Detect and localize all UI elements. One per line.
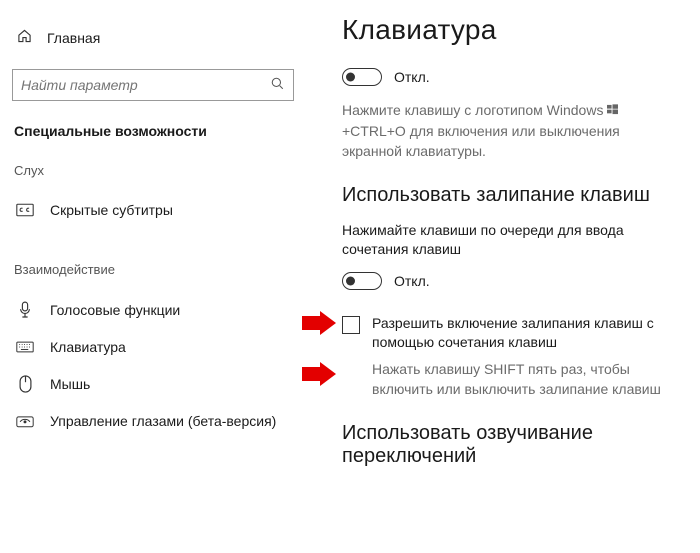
nav-mouse[interactable]: Мышь xyxy=(12,365,294,403)
search-box[interactable] xyxy=(12,69,294,101)
annotation-arrow-icon xyxy=(302,311,332,333)
home-icon xyxy=(16,28,33,47)
microphone-icon xyxy=(16,301,34,319)
nav-item-label: Клавиатура xyxy=(50,339,126,355)
sticky-shortcut-label: Разрешить включение залипания клавиш с п… xyxy=(372,314,672,353)
nav-keyboard[interactable]: Клавиатура xyxy=(12,329,294,365)
mouse-icon xyxy=(16,375,34,393)
page-title: Клавиатура xyxy=(342,14,672,46)
search-input[interactable] xyxy=(21,77,270,93)
nav-item-label: Скрытые субтитры xyxy=(50,202,173,218)
annotation-arrow-icon xyxy=(302,362,332,384)
search-icon xyxy=(270,76,285,94)
nav-home[interactable]: Главная xyxy=(12,22,294,53)
sticky-keys-desc: Нажимайте клавиши по очереди для ввода с… xyxy=(342,221,672,260)
nav-eye-control[interactable]: Управление глазами (бета-версия) xyxy=(12,403,294,439)
sticky-keys-toggle-row: Откл. xyxy=(342,272,672,290)
nav-item-label: Голосовые функции xyxy=(50,302,180,318)
nav-closed-captions[interactable]: Скрытые субтитры xyxy=(12,192,294,228)
section-title: Специальные возможности xyxy=(14,123,294,139)
onscreen-keyboard-hint: Нажмите клавишу с логотипом Windows +CTR… xyxy=(342,100,672,162)
onscreen-keyboard-toggle[interactable] xyxy=(342,68,382,86)
windows-logo-icon xyxy=(607,104,618,121)
sidebar: Главная Специальные возможности Слух Скр… xyxy=(0,0,306,553)
toggle-keys-title: Использовать озвучивание переключений xyxy=(342,422,672,468)
group-hearing-label: Слух xyxy=(14,163,294,178)
nav-speech[interactable]: Голосовые функции xyxy=(12,291,294,329)
closed-captions-icon xyxy=(16,203,34,217)
sticky-keys-toggle[interactable] xyxy=(342,272,382,290)
group-interaction-label: Взаимодействие xyxy=(14,262,294,277)
onscreen-keyboard-toggle-row: Откл. xyxy=(342,68,672,86)
sticky-keys-title: Использовать залипание клавиш xyxy=(342,184,672,207)
eye-control-icon xyxy=(16,414,34,428)
sticky-shortcut-checkbox[interactable] xyxy=(342,316,360,334)
main-panel: Клавиатура Откл. Нажмите клавишу с логот… xyxy=(306,0,700,553)
toggle-state-label: Откл. xyxy=(394,273,430,289)
sticky-shortcut-check-row: Разрешить включение залипания клавиш с п… xyxy=(342,314,672,353)
nav-item-label: Мышь xyxy=(50,376,90,392)
nav-item-label: Управление глазами (бета-версия) xyxy=(50,413,276,429)
keyboard-icon xyxy=(16,341,34,353)
toggle-state-label: Откл. xyxy=(394,69,430,85)
sticky-shortcut-hint: Нажать клавишу SHIFT пять раз, чтобы вкл… xyxy=(372,359,672,400)
nav-home-label: Главная xyxy=(47,30,100,46)
